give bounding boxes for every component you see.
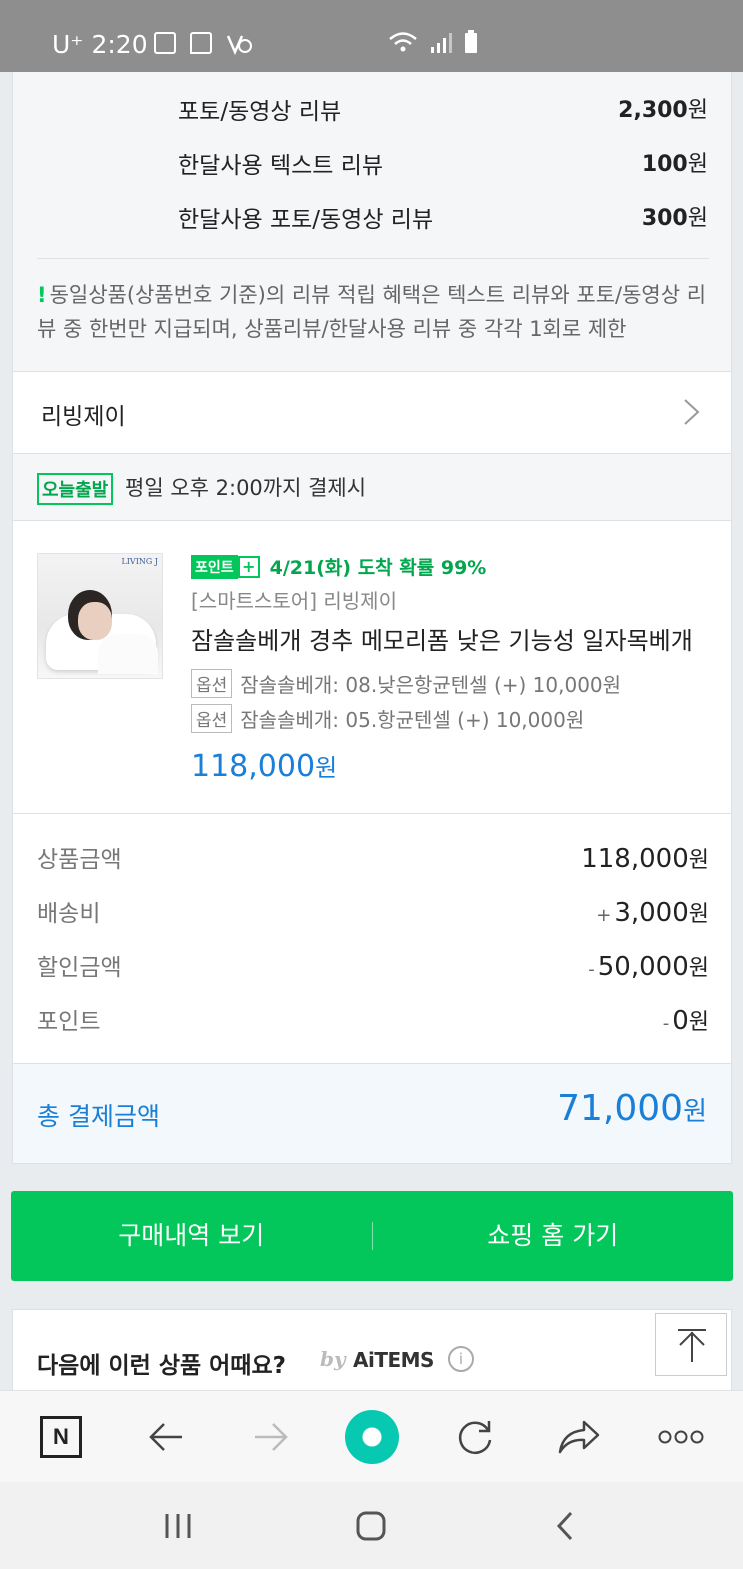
signal-icon xyxy=(431,33,452,53)
refresh-button[interactable] xyxy=(453,1391,497,1483)
recommend-title: 다음에 이런 상품 어때요? xyxy=(37,1353,286,1379)
reward-row: 한달사용 텍스트 리뷰 100원 xyxy=(178,146,708,180)
gallery-icon xyxy=(154,32,176,54)
status-carrier-and-time: U⁺ 2:20 xyxy=(52,30,148,59)
dispatch-text: 평일 오후 2:00까지 결제시 xyxy=(125,476,367,500)
view-purchase-history-button[interactable]: 구매내역 보기 xyxy=(11,1191,372,1281)
summary-row: 배송비 +3,000원 xyxy=(37,894,709,928)
product-option: 옵션 잠솔솔베개: 08.낮은항균텐셀 (+) 10,000원 xyxy=(191,669,621,698)
seller-name: 리빙제이 xyxy=(41,404,126,430)
back-button[interactable] xyxy=(144,1391,188,1483)
refresh-icon xyxy=(458,1421,492,1454)
payment-summary: 상품금액 118,000원 배송비 +3,000원 할인금액 -50,000원 … xyxy=(12,814,732,1063)
action-bar: 구매내역 보기 쇼핑 홈 가기 xyxy=(11,1191,733,1281)
point-badge: 포인트 xyxy=(191,554,238,579)
reward-row: 포토/동영상 리뷰 2,300원 xyxy=(178,92,708,126)
reward-amount: 300원 xyxy=(641,206,708,231)
ordered-product[interactable]: LIVING J 포인트 + 4/21(화) 도착 확률 99% [스마트스토어… xyxy=(12,520,732,814)
home-button[interactable] xyxy=(353,1482,389,1569)
arrow-up-icon xyxy=(678,1329,706,1362)
summary-row: 할인금액 -50,000원 xyxy=(37,948,709,982)
more-icon xyxy=(658,1430,704,1444)
product-title[interactable]: 잠솔솔베개 경추 메모리폼 낮은 기능성 일자목베개 xyxy=(191,621,711,656)
aitems-logo: AiTEMS xyxy=(353,1348,434,1372)
reward-amount: 2,300원 xyxy=(618,98,708,123)
option-tag: 옵션 xyxy=(191,704,233,733)
summary-value: +3,000원 xyxy=(596,898,709,928)
today-dispatch-badge: 오늘출발 xyxy=(37,473,114,505)
total-payment: 총 결제금액 71,000원 xyxy=(12,1063,732,1164)
share-button[interactable] xyxy=(556,1391,602,1483)
volte-icon xyxy=(226,35,252,56)
recommend-by: by xyxy=(320,1347,346,1371)
chevron-left-icon xyxy=(556,1511,573,1540)
chevron-right-icon xyxy=(684,399,700,425)
recent-apps-icon xyxy=(165,1513,191,1538)
summary-label: 포인트 xyxy=(37,1009,101,1035)
product-price: 118,000원 xyxy=(191,749,338,784)
product-option: 옵션 잠솔솔베개: 05.항균텐셀 (+) 10,000원 xyxy=(191,704,584,733)
green-dot-button[interactable] xyxy=(344,1391,400,1483)
option-tag: 옵션 xyxy=(191,669,233,698)
reward-label: 한달사용 텍스트 리뷰 xyxy=(178,153,384,179)
battery-icon xyxy=(465,30,477,53)
arrow-right-icon xyxy=(255,1423,288,1451)
point-plus-badge: + xyxy=(237,555,260,578)
more-button[interactable] xyxy=(658,1391,704,1483)
green-dot-icon xyxy=(345,1410,399,1464)
recommendation-section: 다음에 이런 상품 어때요? by AiTEMS i xyxy=(12,1309,732,1390)
home-icon xyxy=(356,1511,386,1540)
eta-text: 4/21(화) 도착 확률 99% xyxy=(269,557,487,579)
naver-n-icon: N xyxy=(40,1416,82,1458)
summary-value: -0원 xyxy=(662,1006,709,1036)
reward-row: 한달사용 포토/동영상 리뷰 300원 xyxy=(178,200,708,234)
option-text: 잠솔솔베개: 05.항균텐셀 (+) 10,000원 xyxy=(240,708,585,732)
wifi-icon xyxy=(389,32,417,52)
naver-home-button[interactable]: N xyxy=(38,1391,84,1483)
reward-label: 포토/동영상 리뷰 xyxy=(178,99,342,125)
review-reward-card: 포토/동영상 리뷰 2,300원 한달사용 텍스트 리뷰 100원 한달사용 포… xyxy=(12,72,732,371)
browser-toolbar: N xyxy=(0,1390,743,1482)
divider xyxy=(37,258,709,259)
product-store: [스마트스토어] 리빙제이 xyxy=(191,589,397,613)
info-icon[interactable]: i xyxy=(448,1346,474,1372)
reward-notice: ! 동일상품(상품번호 기준)의 리뷰 적립 혜택은 텍스트 리뷰와 포토/동영상… xyxy=(37,283,707,341)
summary-label: 할인금액 xyxy=(37,955,122,981)
message-icon xyxy=(190,32,212,54)
summary-row: 상품금액 118,000원 xyxy=(37,840,709,874)
summary-value: -50,000원 xyxy=(588,952,709,982)
summary-row: 포인트 -0원 xyxy=(37,1002,709,1036)
product-thumbnail[interactable]: LIVING J xyxy=(37,553,163,679)
system-back-button[interactable] xyxy=(550,1482,580,1569)
notice-mark: ! xyxy=(37,283,47,307)
summary-label: 배송비 xyxy=(37,901,101,927)
reward-label: 한달사용 포토/동영상 리뷰 xyxy=(178,207,434,233)
scroll-to-top-button[interactable] xyxy=(655,1313,727,1376)
recent-apps-button[interactable] xyxy=(160,1482,196,1569)
total-value: 71,000원 xyxy=(557,1088,707,1129)
reward-amount: 100원 xyxy=(641,152,708,177)
delivery-eta: 포인트 + 4/21(화) 도착 확률 99% xyxy=(191,553,486,580)
share-icon xyxy=(558,1420,600,1454)
summary-value: 118,000원 xyxy=(581,844,709,874)
system-navigation-bar xyxy=(0,1482,743,1569)
thumb-brand-logo: LIVING J xyxy=(121,557,158,566)
seller-link[interactable]: 리빙제이 xyxy=(12,371,732,454)
forward-button[interactable] xyxy=(249,1391,293,1483)
arrow-left-icon xyxy=(149,1423,182,1451)
option-text: 잠솔솔베개: 08.낮은항균텐셀 (+) 10,000원 xyxy=(240,673,622,697)
summary-label: 상품금액 xyxy=(37,847,122,873)
go-shopping-home-button[interactable]: 쇼핑 홈 가기 xyxy=(373,1191,734,1281)
total-label: 총 결제금액 xyxy=(37,1102,160,1131)
dispatch-info: 오늘출발 평일 오후 2:00까지 결제시 xyxy=(12,454,732,520)
status-bar: U⁺ 2:20 xyxy=(0,0,743,72)
